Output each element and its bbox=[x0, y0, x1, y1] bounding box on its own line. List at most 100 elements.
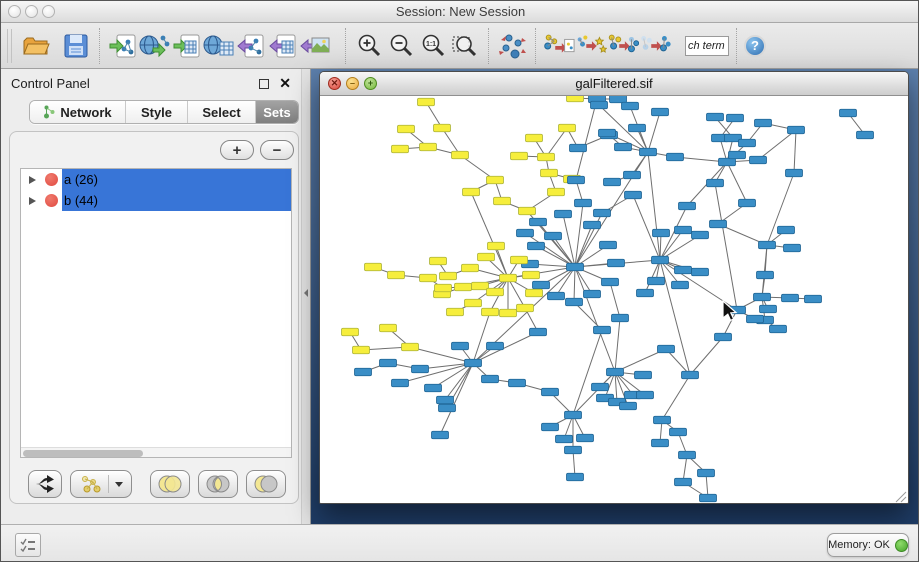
graph-node[interactable] bbox=[594, 209, 611, 217]
graph-node[interactable] bbox=[624, 171, 641, 179]
graph-node[interactable] bbox=[584, 290, 601, 298]
graph-node[interactable] bbox=[452, 151, 469, 159]
graph-node[interactable] bbox=[707, 179, 724, 187]
graph-node[interactable] bbox=[750, 156, 767, 164]
graph-node[interactable] bbox=[784, 244, 801, 252]
graph-node[interactable] bbox=[353, 346, 370, 354]
graph-node[interactable] bbox=[600, 241, 617, 249]
graph-node[interactable] bbox=[565, 446, 582, 454]
graph-node[interactable] bbox=[658, 345, 675, 353]
help-button[interactable]: ? bbox=[744, 35, 766, 57]
graph-node[interactable] bbox=[788, 126, 805, 134]
graph-node[interactable] bbox=[528, 242, 545, 250]
new-network-from-all-button[interactable] bbox=[639, 30, 671, 62]
save-session-button[interactable] bbox=[60, 30, 92, 62]
set-label[interactable]: b (44) bbox=[62, 190, 291, 211]
graph-node[interactable] bbox=[620, 402, 637, 410]
graph-node[interactable] bbox=[447, 308, 464, 316]
network-canvas[interactable] bbox=[320, 96, 908, 504]
graph-node[interactable] bbox=[545, 232, 562, 240]
zoom-in-button[interactable] bbox=[353, 30, 385, 62]
graph-node[interactable] bbox=[667, 153, 684, 161]
set-label[interactable]: a (26) bbox=[62, 169, 291, 190]
graph-node[interactable] bbox=[511, 256, 528, 264]
graph-node[interactable] bbox=[679, 202, 696, 210]
graph-node[interactable] bbox=[757, 271, 774, 279]
graph-node[interactable] bbox=[654, 416, 671, 424]
graph-node[interactable] bbox=[652, 439, 669, 447]
expand-triangle-icon[interactable] bbox=[29, 197, 36, 205]
graph-node[interactable] bbox=[420, 143, 437, 151]
intersect-sets-button[interactable] bbox=[198, 470, 238, 498]
export-selected-nodes-button[interactable] bbox=[543, 30, 575, 62]
graph-node[interactable] bbox=[455, 283, 472, 291]
graph-node[interactable] bbox=[526, 289, 543, 297]
graph-node[interactable] bbox=[692, 268, 709, 276]
tab-select[interactable]: Select bbox=[188, 101, 256, 123]
graph-node[interactable] bbox=[715, 333, 732, 341]
graph-node[interactable] bbox=[538, 153, 555, 161]
graph-node[interactable] bbox=[555, 210, 572, 218]
graph-node[interactable] bbox=[418, 98, 435, 106]
graph-node[interactable] bbox=[398, 125, 415, 133]
remove-set-button[interactable]: − bbox=[260, 140, 294, 160]
graph-node[interactable] bbox=[412, 365, 429, 373]
graph-node[interactable] bbox=[365, 263, 382, 271]
graph-node[interactable] bbox=[519, 207, 536, 215]
graph-node[interactable] bbox=[388, 271, 405, 279]
graph-node[interactable] bbox=[511, 152, 528, 160]
graph-node[interactable] bbox=[648, 277, 665, 285]
graph-node[interactable] bbox=[727, 114, 744, 122]
graph-node[interactable] bbox=[342, 328, 359, 336]
memory-status-button[interactable]: Memory: OK bbox=[827, 533, 909, 557]
graph-node[interactable] bbox=[567, 263, 584, 271]
zoom-fit-button[interactable]: 1:1 bbox=[417, 30, 449, 62]
graph-node[interactable] bbox=[420, 274, 437, 282]
graph-node[interactable] bbox=[615, 143, 632, 151]
create-set-combo-button[interactable] bbox=[70, 470, 132, 498]
network-window-titlebar[interactable]: ✕ – + galFiltered.sif bbox=[320, 72, 908, 96]
graph-node[interactable] bbox=[566, 298, 583, 306]
graph-node[interactable] bbox=[542, 423, 559, 431]
graph-node[interactable] bbox=[465, 299, 482, 307]
graph-node[interactable] bbox=[523, 271, 540, 279]
graph-node[interactable] bbox=[548, 292, 565, 300]
graph-node[interactable] bbox=[487, 288, 504, 296]
graph-node[interactable] bbox=[425, 384, 442, 392]
horizontal-scrollbar[interactable] bbox=[21, 447, 291, 457]
graph-node[interactable] bbox=[739, 139, 756, 147]
graph-node[interactable] bbox=[707, 113, 724, 121]
graph-node[interactable] bbox=[500, 274, 517, 282]
graph-node[interactable] bbox=[599, 129, 616, 137]
import-network-file-button[interactable] bbox=[107, 30, 139, 62]
graph-node[interactable] bbox=[478, 253, 495, 261]
graph-node[interactable] bbox=[805, 295, 822, 303]
graph-node[interactable] bbox=[575, 199, 592, 207]
graph-node[interactable] bbox=[488, 242, 505, 250]
search-input[interactable] bbox=[685, 36, 729, 56]
graph-node[interactable] bbox=[494, 197, 511, 205]
tab-style[interactable]: Style bbox=[126, 101, 188, 123]
graph-node[interactable] bbox=[739, 199, 756, 207]
graph-node[interactable] bbox=[760, 305, 777, 313]
graph-node[interactable] bbox=[594, 326, 611, 334]
graph-node[interactable] bbox=[747, 315, 764, 323]
panel-close-icon[interactable]: ✕ bbox=[279, 75, 291, 92]
graph-node[interactable] bbox=[778, 226, 795, 234]
zoom-selected-button[interactable] bbox=[449, 30, 481, 62]
graph-node[interactable] bbox=[530, 218, 547, 226]
task-history-button[interactable] bbox=[15, 533, 41, 557]
graph-node[interactable] bbox=[542, 388, 559, 396]
import-table-web-button[interactable] bbox=[203, 30, 235, 62]
graph-node[interactable] bbox=[565, 411, 582, 419]
graph-node[interactable] bbox=[355, 368, 372, 376]
graph-node[interactable] bbox=[857, 131, 874, 139]
graph-node[interactable] bbox=[692, 231, 709, 239]
open-session-button[interactable] bbox=[20, 30, 52, 62]
graph-node[interactable] bbox=[675, 478, 692, 486]
graph-node[interactable] bbox=[584, 221, 601, 229]
union-sets-button[interactable] bbox=[150, 470, 190, 498]
graph-node[interactable] bbox=[392, 379, 409, 387]
zoom-out-button[interactable] bbox=[385, 30, 417, 62]
graph-node[interactable] bbox=[430, 257, 447, 265]
